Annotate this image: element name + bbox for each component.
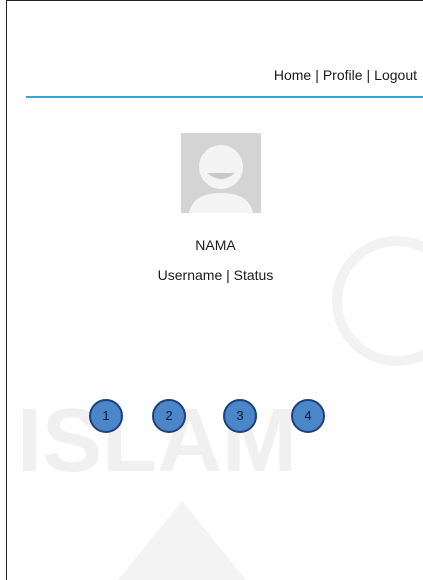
top-nav: Home | Profile | Logout: [274, 67, 417, 83]
step-1-button[interactable]: 1: [89, 399, 123, 433]
nav-profile-link[interactable]: Profile: [323, 67, 363, 83]
profile-username-status: Username | Status: [157, 267, 274, 283]
nav-separator: |: [315, 67, 319, 83]
step-4-button[interactable]: 4: [291, 399, 325, 433]
page-frame: ISLAM Home | Profile | Logout NAMA Username …: [6, 0, 423, 580]
nav-separator: |: [366, 67, 371, 83]
profile-name: NAMA: [195, 237, 236, 253]
step-3-button[interactable]: 3: [223, 399, 257, 433]
header-divider: [26, 96, 423, 98]
nav-logout-link[interactable]: Logout: [374, 67, 417, 83]
watermark-logo: ISLAM: [17, 236, 423, 580]
step-2-button[interactable]: 2: [152, 399, 186, 433]
avatar: [181, 133, 261, 213]
nav-home-link[interactable]: Home: [274, 67, 311, 83]
default-user-avatar-icon: [181, 133, 261, 213]
